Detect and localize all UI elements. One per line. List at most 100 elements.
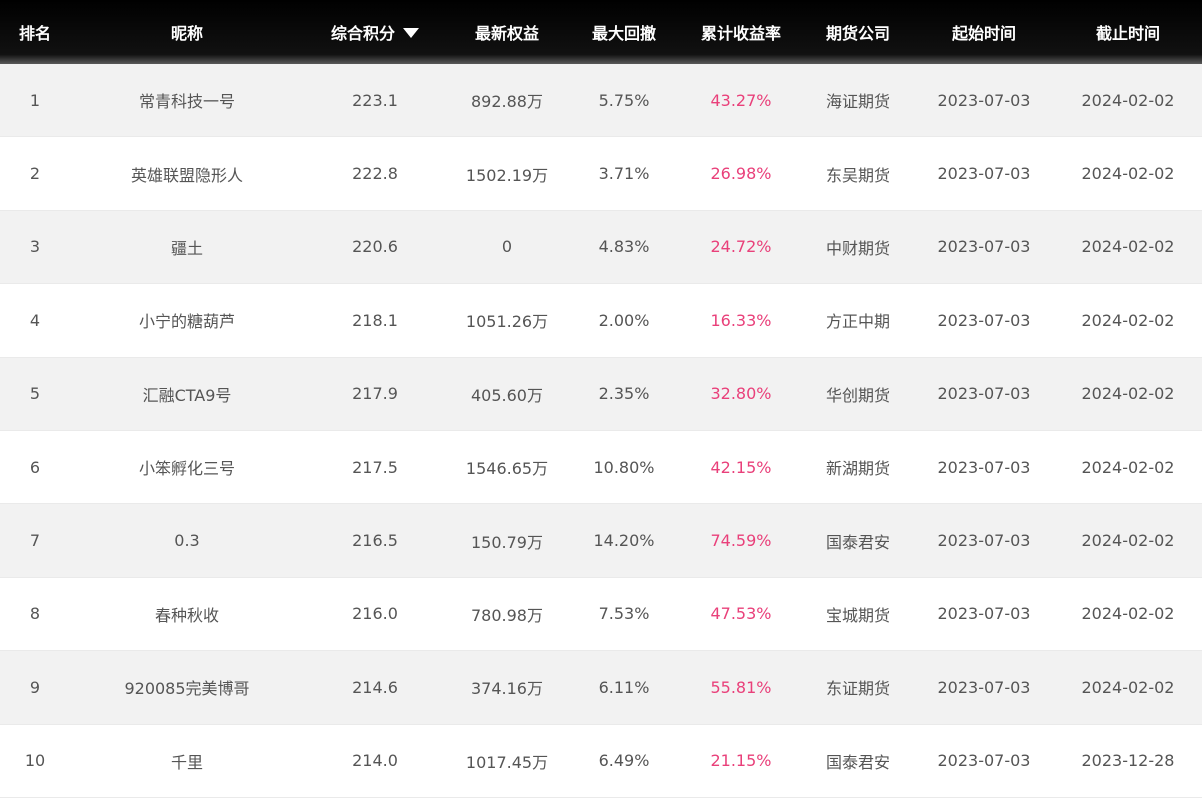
company-cell: 华创期货	[825, 385, 890, 405]
return-cell: 47.53%	[710, 604, 772, 624]
header-company[interactable]: 期货公司	[802, 20, 914, 44]
return-cell: 24.72%	[710, 237, 772, 257]
table-row[interactable]: 1 常青科技一号 223.1 892.88万 5.75% 43.27% 海证期货 2023-0…	[0, 64, 1202, 138]
nickname-cell: 汇融CTA9号	[142, 385, 232, 405]
start-date-cell: 2023-07-03	[937, 237, 1031, 257]
rank-cell: 9	[29, 677, 41, 697]
drawdown-cell: 2.35%	[598, 384, 650, 404]
end-date-cell: 2024-02-02	[1081, 457, 1175, 477]
equity-cell: 892.88万	[471, 92, 543, 112]
company-cell: 中财期货	[825, 238, 890, 258]
header-equity[interactable]: 最新权益	[446, 20, 568, 44]
start-date-cell: 2023-07-03	[937, 457, 1031, 477]
header-return[interactable]: 累计收益率	[680, 20, 802, 44]
return-cell: 55.81%	[710, 677, 772, 697]
header-drawdown[interactable]: 最大回撤	[568, 20, 680, 44]
score-cell: 214.0	[352, 751, 398, 771]
end-date-cell: 2024-02-02	[1081, 384, 1175, 404]
nickname-cell: 春种秋收	[154, 605, 219, 625]
company-cell: 新湖期货	[825, 459, 890, 479]
score-cell: 216.5	[352, 531, 398, 551]
nickname-cell: 疆土	[170, 238, 203, 258]
score-cell: 214.6	[352, 677, 398, 697]
return-cell: 42.15%	[710, 457, 772, 477]
header-score-label: 综合积分	[330, 24, 395, 43]
nickname-cell: 常青科技一号	[138, 92, 235, 112]
start-date-cell: 2023-07-03	[937, 90, 1031, 110]
return-cell: 16.33%	[710, 310, 772, 330]
drawdown-cell: 3.71%	[598, 164, 650, 184]
company-cell: 海证期货	[825, 92, 890, 112]
drawdown-cell: 5.75%	[598, 90, 650, 110]
equity-cell: 780.98万	[471, 605, 543, 625]
equity-cell: 374.16万	[471, 679, 543, 699]
drawdown-cell: 6.49%	[598, 751, 650, 771]
equity-cell: 0	[501, 237, 513, 257]
table-header: 排名 昵称 综合积分 最新权益 最大回撤 累计收益率 期货公司 起始时间 截止时…	[0, 0, 1202, 64]
end-date-cell: 2024-02-02	[1081, 677, 1175, 697]
return-cell: 32.80%	[710, 384, 772, 404]
rank-cell: 5	[29, 384, 41, 404]
equity-cell: 1051.26万	[465, 312, 549, 332]
end-date-cell: 2024-02-02	[1081, 531, 1175, 551]
nickname-cell: 小笨孵化三号	[138, 459, 235, 479]
end-date-cell: 2024-02-02	[1081, 237, 1175, 257]
start-date-cell: 2023-07-03	[937, 604, 1031, 624]
start-date-cell: 2023-07-03	[937, 310, 1031, 330]
return-cell: 26.98%	[710, 164, 772, 184]
nickname-cell: 英雄联盟隐形人	[130, 165, 243, 185]
table-row[interactable]: 6 小笨孵化三号 217.5 1546.65万 10.80% 42.15% 新湖期货 2023…	[0, 430, 1202, 505]
score-cell: 216.0	[352, 604, 398, 624]
company-cell: 东证期货	[825, 679, 890, 699]
drawdown-cell: 4.83%	[598, 237, 650, 257]
rank-cell: 10	[24, 751, 46, 771]
end-date-cell: 2024-02-02	[1081, 164, 1175, 184]
score-cell: 223.1	[352, 90, 398, 110]
table-row[interactable]: 10 千里 214.0 1017.45万 6.49% 21.15% 国泰君安 2023-07-…	[0, 724, 1202, 798]
table-row[interactable]: 2 英雄联盟隐形人 222.8 1502.19万 3.71% 26.98% 东吴期货 2023…	[0, 137, 1202, 211]
equity-cell: 1502.19万	[465, 165, 549, 185]
return-cell: 74.59%	[710, 531, 772, 551]
start-date-cell: 2023-07-03	[937, 677, 1031, 697]
drawdown-cell: 14.20%	[593, 531, 655, 551]
rank-cell: 6	[29, 457, 41, 477]
rank-cell: 4	[29, 310, 41, 330]
header-rank[interactable]: 排名	[0, 20, 70, 44]
nickname-cell: 0.3	[174, 531, 200, 551]
score-cell: 217.5	[352, 457, 398, 477]
header-end[interactable]: 截止时间	[1054, 20, 1202, 44]
return-cell: 43.27%	[710, 90, 772, 110]
table-row[interactable]: 7 0.3 216.5 150.79万 14.20% 74.59% 国泰君安 2023-07-…	[0, 504, 1202, 578]
rank-cell: 2	[29, 164, 41, 184]
equity-cell: 1546.65万	[465, 459, 549, 479]
start-date-cell: 2023-07-03	[937, 164, 1031, 184]
header-nickname[interactable]: 昵称	[70, 20, 304, 44]
triangle-down-icon[interactable]	[403, 27, 419, 38]
nickname-cell: 千里	[170, 752, 203, 772]
score-cell: 218.1	[352, 310, 398, 330]
header-score[interactable]: 综合积分	[304, 20, 446, 44]
header-start[interactable]: 起始时间	[914, 20, 1054, 44]
company-cell: 宝城期货	[825, 605, 890, 625]
company-cell: 方正中期	[825, 312, 890, 332]
table-row[interactable]: 3 疆土 220.6 0 4.83% 24.72% 中财期货 2023-07-03 2024-0…	[0, 210, 1202, 285]
table-row[interactable]: 4 小宁的糖葫芦 218.1 1051.26万 2.00% 16.33% 方正中期 2023-…	[0, 284, 1202, 358]
drawdown-cell: 2.00%	[598, 310, 650, 330]
score-cell: 220.6	[352, 237, 398, 257]
rank-cell: 7	[29, 531, 41, 551]
equity-cell: 405.60万	[471, 385, 543, 405]
end-date-cell: 2024-02-02	[1081, 90, 1175, 110]
equity-cell: 1017.45万	[465, 752, 549, 772]
score-cell: 217.9	[352, 384, 398, 404]
rank-cell: 8	[29, 604, 41, 624]
score-cell: 222.8	[352, 164, 398, 184]
table-row[interactable]: 5 汇融CTA9号 217.9 405.60万 2.35% 32.80% 华创期货 2023-…	[0, 357, 1202, 431]
end-date-cell: 2023-12-28	[1081, 751, 1175, 771]
return-cell: 21.15%	[710, 751, 772, 771]
table-row[interactable]: 8 春种秋收 216.0 780.98万 7.53% 47.53% 宝城期货 2023-07-…	[0, 577, 1202, 652]
nickname-cell: 小宁的糖葫芦	[138, 312, 235, 332]
table-body: 1 常青科技一号 223.1 892.88万 5.75% 43.27% 海证期货 2023-0…	[0, 64, 1202, 798]
table-row[interactable]: 9 920085完美博哥 214.6 374.16万 6.11% 55.81% 东证期货 20…	[0, 651, 1202, 725]
company-cell: 国泰君安	[825, 532, 890, 552]
drawdown-cell: 10.80%	[593, 457, 655, 477]
